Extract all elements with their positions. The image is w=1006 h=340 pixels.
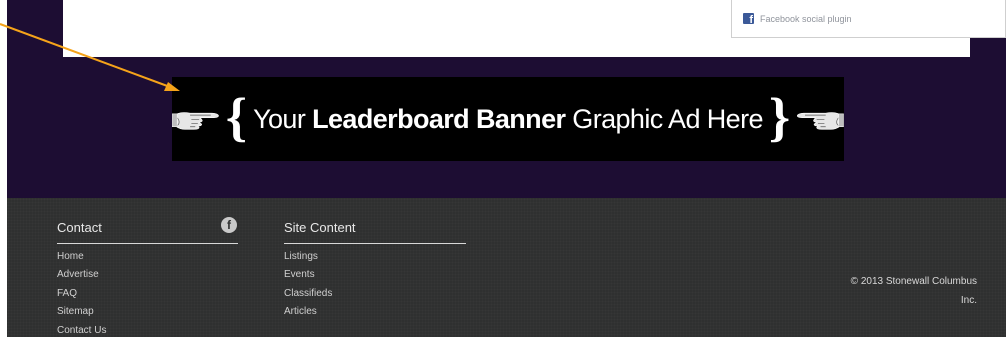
footer-column-site-content: Site Content Listings Events Classifieds… bbox=[284, 198, 466, 322]
footer-link-classifieds[interactable]: Classifieds bbox=[284, 285, 466, 303]
footer-link-sitemap[interactable]: Sitemap bbox=[57, 303, 238, 321]
footer-heading-contact-text: Contact bbox=[57, 220, 102, 235]
footer-links-contact: Home Advertise FAQ Sitemap Contact Us bbox=[57, 244, 238, 340]
facebook-round-icon[interactable]: f bbox=[221, 217, 237, 233]
footer-link-advertise[interactable]: Advertise bbox=[57, 266, 238, 284]
footer-link-faq[interactable]: FAQ bbox=[57, 285, 238, 303]
site-footer: Contact f Home Advertise FAQ Sitemap Con… bbox=[7, 198, 1006, 337]
footer-link-events[interactable]: Events bbox=[284, 266, 466, 284]
footer-heading-site-content-text: Site Content bbox=[284, 220, 356, 235]
copyright-line-2: Inc. bbox=[960, 295, 977, 306]
copyright-line-1: © 2013 Stonewall Columbus bbox=[850, 276, 977, 287]
footer-link-home[interactable]: Home bbox=[57, 248, 238, 266]
footer-link-contact-us[interactable]: Contact Us bbox=[57, 322, 238, 340]
footer-column-contact: Contact f Home Advertise FAQ Sitemap Con… bbox=[57, 198, 238, 340]
copyright-notice: © 2013 Stonewall Columbus Inc. bbox=[777, 272, 977, 310]
footer-heading-contact: Contact f bbox=[57, 198, 238, 244]
footer-links-site-content: Listings Events Classifieds Articles bbox=[284, 244, 466, 322]
footer-link-listings[interactable]: Listings bbox=[284, 248, 466, 266]
footer-heading-site-content: Site Content bbox=[284, 198, 466, 244]
footer-link-articles[interactable]: Articles bbox=[284, 303, 466, 321]
